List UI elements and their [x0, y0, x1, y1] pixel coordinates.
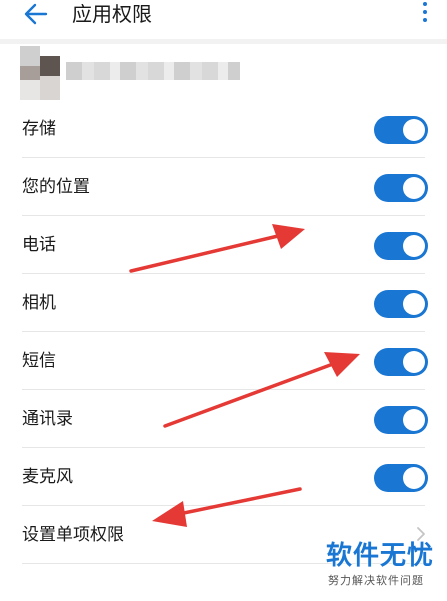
permission-toggle[interactable]	[374, 406, 428, 434]
permission-label: 相机	[22, 293, 56, 313]
app-info	[0, 44, 447, 100]
permission-row-storage[interactable]: 存储	[0, 100, 447, 158]
permission-toggle[interactable]	[374, 290, 428, 318]
app-name-obscured	[66, 62, 240, 80]
permission-label: 存储	[22, 119, 56, 139]
permission-toggle[interactable]	[374, 348, 428, 376]
app-bar: 应用权限	[0, 0, 447, 40]
permission-toggle[interactable]	[374, 174, 428, 202]
watermark-title: 软件无忧	[326, 541, 435, 571]
permission-row-phone[interactable]: 电话	[0, 216, 447, 274]
permission-toggle[interactable]	[374, 232, 428, 260]
app-icon	[20, 46, 60, 100]
page-title: 应用权限	[72, 2, 152, 26]
individual-permissions-label: 设置单项权限	[22, 525, 124, 545]
toggle-knob	[403, 409, 425, 431]
permission-label: 您的位置	[22, 177, 90, 197]
toggle-knob	[403, 293, 425, 315]
permission-row-microphone[interactable]: 麦克风	[0, 448, 447, 506]
more-vertical-icon[interactable]	[421, 2, 429, 28]
permission-label: 电话	[22, 235, 56, 255]
toggle-knob	[403, 467, 425, 489]
permission-row-location[interactable]: 您的位置	[0, 158, 447, 216]
permission-row-camera[interactable]: 相机	[0, 274, 447, 332]
toggle-knob	[403, 351, 425, 373]
permission-toggle[interactable]	[374, 464, 428, 492]
toggle-knob	[403, 235, 425, 257]
permission-row-sms[interactable]: 短信	[0, 332, 447, 390]
watermark-subtitle: 努力解决软件问题	[328, 574, 424, 587]
permission-label: 麦克风	[22, 467, 73, 487]
permission-label: 短信	[22, 351, 56, 371]
permission-label: 通讯录	[22, 409, 73, 429]
permission-row-contacts[interactable]: 通讯录	[0, 390, 447, 448]
watermark-logo: 软件无忧 努力解决软件问题	[320, 540, 447, 601]
permission-toggle[interactable]	[374, 116, 428, 144]
toggle-knob	[403, 177, 425, 199]
arrow-left-icon[interactable]	[22, 2, 50, 26]
toggle-knob	[403, 119, 425, 141]
